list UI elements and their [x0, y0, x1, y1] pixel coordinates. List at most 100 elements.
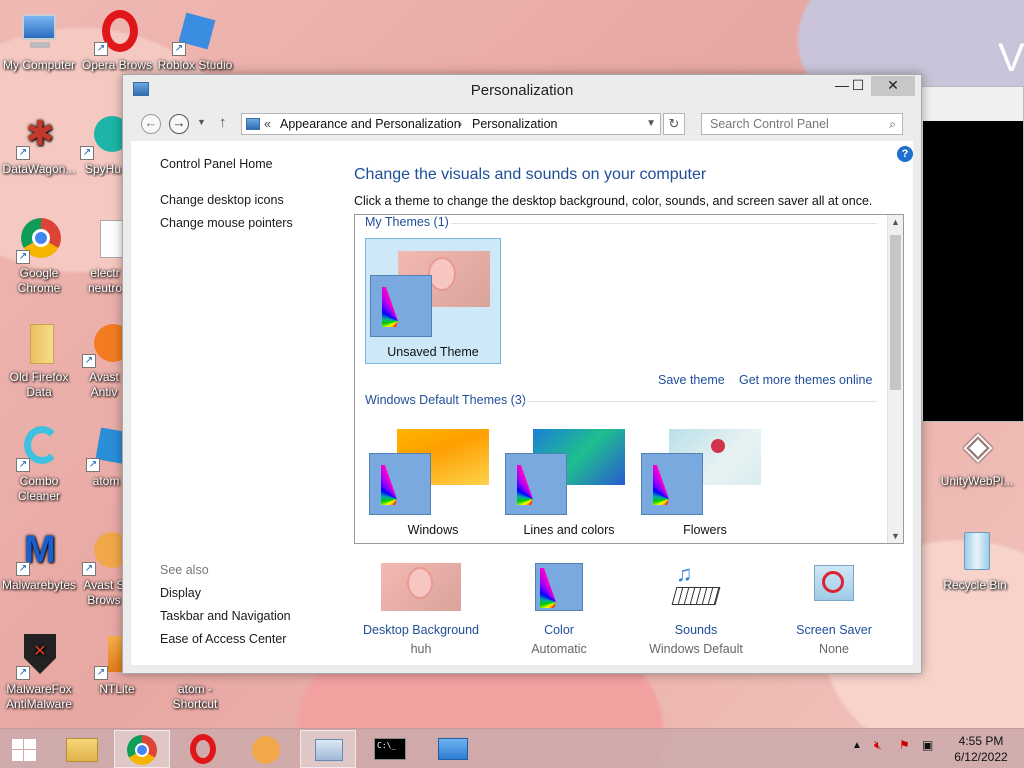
desktop-icon-spyhunter[interactable]: ↗ SpyHu: [80, 114, 126, 177]
command-prompt-icon: C:\_: [374, 738, 406, 760]
desktop-icon-google-chrome[interactable]: ↗ Google Chrome: [0, 218, 78, 296]
personalization-window[interactable]: Personalization — ☐ ✕ ← → ▼ ↑ « Appearan…: [122, 74, 922, 674]
themes-list[interactable]: My Themes (1) Unsaved Theme Save theme G…: [354, 214, 904, 544]
start-button[interactable]: [0, 730, 48, 768]
taskbar-and-navigation-link[interactable]: Taskbar and Navigation: [160, 609, 291, 623]
taskbar-command-prompt[interactable]: C:\_: [362, 730, 418, 768]
help-icon[interactable]: ?: [897, 146, 913, 162]
desktop-icon-label: NTLite: [99, 682, 135, 696]
breadcrumb-separator[interactable]: ›: [458, 114, 462, 134]
desktop-icon-atom[interactable]: ↗ atom: [86, 426, 126, 489]
chevron-down-icon[interactable]: ▼: [646, 114, 656, 134]
sounds-link[interactable]: Sounds: [631, 623, 761, 637]
theme-flowers[interactable]: Flowers: [637, 417, 773, 543]
breadcrumb-appearance-and-personalization[interactable]: Appearance and Personalization: [280, 114, 461, 134]
my-themes-heading: My Themes (1): [365, 215, 449, 229]
get-more-themes-online-link[interactable]: Get more themes online: [739, 373, 872, 387]
desktop-background-thumbnail: [381, 563, 461, 611]
screen-saver-setting[interactable]: Screen Saver None: [769, 563, 899, 656]
close-button[interactable]: ✕: [871, 76, 915, 96]
shortcut-arrow-icon: ↗: [16, 458, 30, 472]
recent-locations-dropdown-icon[interactable]: ▼: [197, 117, 206, 127]
desktop-icon-opera[interactable]: ↗ Opera Brows: [78, 10, 156, 73]
desktop-icon-malwarefox[interactable]: ✕ ↗ MalwareFox AntiMalware: [0, 634, 78, 712]
color-palette-icon: [505, 453, 567, 515]
control-panel-home-link[interactable]: Control Panel Home: [160, 157, 273, 171]
taskbar-remote-desktop[interactable]: [424, 730, 480, 768]
action-center-flag-icon[interactable]: ⚑: [899, 738, 910, 752]
window-title: Personalization: [470, 82, 574, 99]
desktop-background-link[interactable]: Desktop Background: [356, 623, 486, 637]
desktop-icon-label: atom - Shortcut: [172, 682, 218, 711]
theme-unsaved[interactable]: Unsaved Theme: [365, 238, 501, 364]
themes-scrollbar[interactable]: ▲ ▼: [887, 215, 903, 543]
taskbar-personalization[interactable]: [300, 730, 356, 768]
computer-icon: [16, 10, 62, 56]
desktop-icon-my-computer[interactable]: My Computer: [0, 10, 78, 73]
breadcrumb-personalization[interactable]: Personalization: [472, 114, 557, 134]
scroll-up-icon[interactable]: ▲: [888, 217, 903, 227]
desktop-icon-label: Avast S Brows: [83, 578, 125, 607]
sounds-value: Windows Default: [649, 642, 743, 656]
opera-icon: ↗: [94, 10, 140, 56]
taskbar-file-explorer[interactable]: [54, 730, 110, 768]
change-mouse-pointers-link[interactable]: Change mouse pointers: [160, 216, 293, 230]
taskbar-chrome[interactable]: [114, 730, 170, 768]
recycle-bin-icon: [952, 530, 998, 576]
group-divider: [451, 223, 877, 224]
theme-label: Flowers: [683, 523, 727, 537]
show-hidden-icons-icon[interactable]: ▲: [852, 740, 862, 751]
desktop-background-setting[interactable]: Desktop Background huh: [356, 563, 486, 656]
theme-lines-and-colors[interactable]: Lines and colors: [501, 417, 637, 543]
desktop-icon-label: Roblox Studio: [157, 58, 233, 72]
desktop-icon-label: UnityWebPl...: [940, 474, 1014, 488]
system-clock[interactable]: 4:55 PM 6/12/2022: [946, 733, 1016, 765]
datawagon-icon: ✱ ↗: [16, 114, 62, 160]
taskbar-opera[interactable]: [176, 730, 232, 768]
theme-windows[interactable]: Windows: [365, 417, 501, 543]
back-button[interactable]: ←: [141, 114, 161, 134]
color-link[interactable]: Color: [494, 623, 624, 637]
sounds-setting[interactable]: ♫ Sounds Windows Default: [631, 563, 761, 657]
save-theme-link[interactable]: Save theme: [658, 373, 725, 387]
desktop-icon-electron[interactable]: electr neutro: [84, 218, 126, 296]
scrollbar-thumb[interactable]: [890, 235, 901, 390]
desktop-icon-unitywebplayer[interactable]: ◈ UnityWebPl...: [930, 426, 1024, 489]
background-window[interactable]: [914, 86, 1024, 422]
desktop-icon-roblox-studio[interactable]: ↗ Roblox Studio: [156, 10, 234, 73]
desktop-icon-combo-cleaner[interactable]: ↗ Combo Cleaner: [0, 426, 78, 504]
maximize-button[interactable]: ☐: [843, 76, 873, 96]
desktop-icon-recycle-bin[interactable]: Recycle Bin: [936, 530, 1014, 593]
change-desktop-icons-link[interactable]: Change desktop icons: [160, 193, 284, 207]
shortcut-arrow-icon: ↗: [94, 666, 108, 680]
control-panel-icon: [315, 739, 343, 761]
desktop-icon-old-firefox-data[interactable]: Old Firefox Data: [0, 322, 78, 400]
search-input[interactable]: Search Control Panel ⌕: [701, 113, 903, 135]
desktop-icon-avast-antivirus[interactable]: ↗ Avast Antiv: [82, 322, 126, 400]
volume-muted-icon[interactable]: 🔇︎: [874, 738, 882, 753]
title-bar[interactable]: Personalization — ☐ ✕: [123, 75, 921, 105]
desktop-icon-label: MalwareFox AntiMalware: [5, 682, 73, 711]
page-title: Change the visuals and sounds on your co…: [354, 166, 707, 183]
remote-desktop-icon: [438, 738, 468, 760]
breadcrumb-overflow[interactable]: «: [264, 114, 271, 134]
display-link[interactable]: Display: [160, 586, 201, 600]
up-button[interactable]: ↑: [219, 114, 227, 131]
desktop-icon-datawagon[interactable]: ✱ ↗ DataWagon...: [0, 114, 78, 177]
network-icon[interactable]: ▣: [922, 738, 933, 752]
taskbar-avast-browser[interactable]: [238, 730, 294, 768]
color-palette-icon: [370, 275, 432, 337]
search-icon[interactable]: ⌕: [889, 114, 896, 134]
forward-button[interactable]: →: [169, 114, 189, 134]
color-setting[interactable]: Color Automatic: [494, 563, 624, 656]
ease-of-access-center-link[interactable]: Ease of Access Center: [160, 632, 286, 646]
desktop-icon-avast-secure-browser[interactable]: ↗ Avast S Brows: [82, 530, 126, 608]
address-bar[interactable]: « Appearance and Personalization › Perso…: [241, 113, 661, 135]
scroll-down-icon[interactable]: ▼: [888, 531, 903, 541]
desktop-icon-malwarebytes[interactable]: M ↗ Malwarebytes: [0, 530, 78, 593]
see-also-heading: See also: [160, 563, 209, 577]
refresh-button[interactable]: ↻: [663, 113, 685, 135]
screen-saver-link[interactable]: Screen Saver: [769, 623, 899, 637]
avast-icon: ↗: [82, 322, 126, 368]
spyhunter-icon: ↗: [80, 114, 126, 160]
